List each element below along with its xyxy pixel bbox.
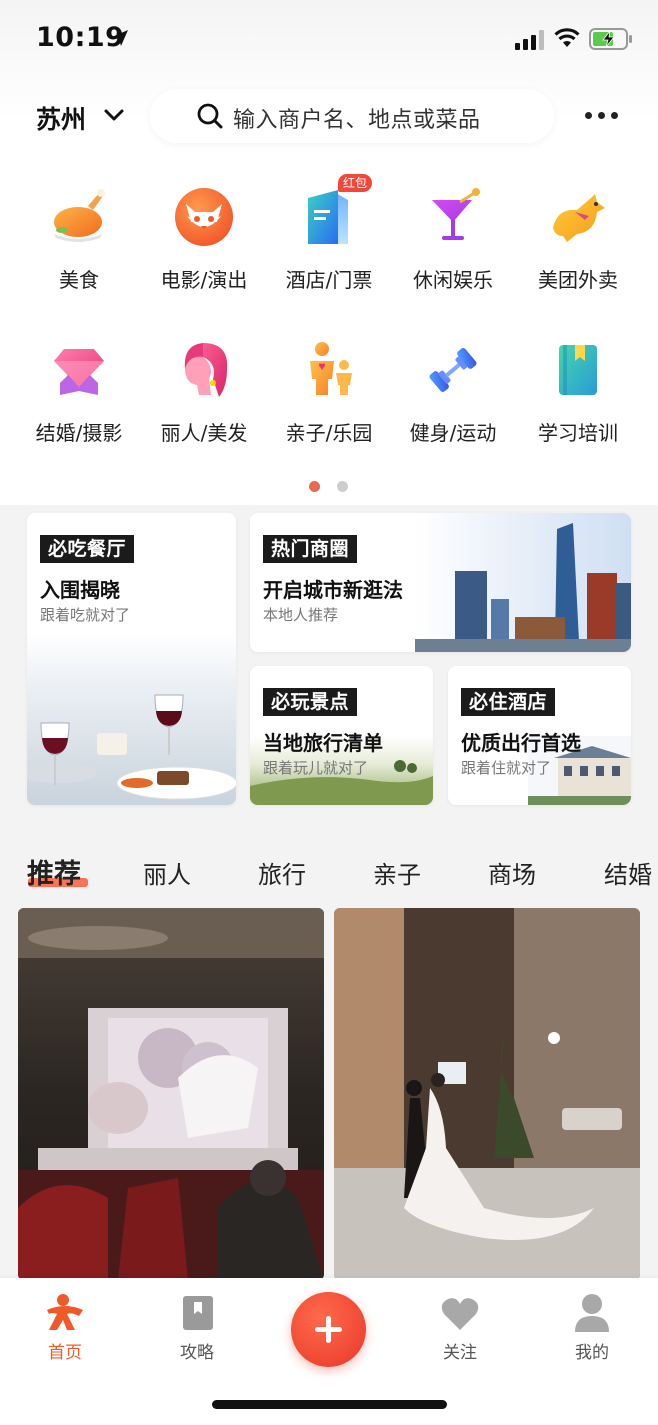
tab-travel[interactable]: 旅行	[258, 855, 306, 890]
heart-icon	[441, 1298, 479, 1330]
promo-card-hotel[interactable]: 必住酒店 优质出行首选 跟着住就对了	[448, 666, 631, 805]
category-food[interactable]: 美食	[17, 186, 141, 316]
user-profile-icon	[575, 1294, 609, 1332]
category-label: 学习培训	[538, 421, 618, 445]
building-icon	[308, 190, 348, 244]
category-leisure[interactable]: 休闲娱乐	[391, 186, 515, 316]
pager-dot	[337, 481, 348, 492]
battery-charging-icon	[589, 28, 632, 50]
chevron-down-icon[interactable]	[103, 107, 125, 123]
woman-hair-icon	[184, 343, 228, 397]
bookmark-book-icon	[183, 1296, 213, 1330]
cocktail-icon	[432, 188, 480, 240]
tab-beauty[interactable]: 丽人	[143, 855, 191, 890]
promo-subtitle: 本地人推荐	[263, 606, 339, 624]
promo-tag: 必玩景点	[263, 688, 358, 716]
promo-title: 开启城市新逛法	[263, 578, 403, 602]
promo-title: 优质出行首选	[461, 731, 581, 755]
category-label: 酒店/门票	[285, 268, 373, 292]
signal-icon	[515, 30, 544, 50]
promo-card-scenic[interactable]: 必玩景点 当地旅行清单 跟着玩儿就对了	[250, 666, 433, 805]
search-icon	[197, 103, 223, 129]
promo-subtitle: 跟着玩儿就对了	[263, 759, 369, 777]
home-indicator	[212, 1400, 447, 1409]
category-hotel[interactable]: 酒店/门票	[267, 186, 391, 316]
feed-card-wedding-stage[interactable]	[18, 908, 324, 1280]
nav-guide[interactable]: 攻略	[157, 1288, 237, 1368]
more-dot-icon	[611, 112, 618, 119]
tab-mall[interactable]: 商场	[488, 855, 536, 890]
category-education[interactable]: 学习培训	[516, 339, 640, 469]
nav-mine[interactable]: 我的	[552, 1288, 632, 1368]
promo-card-business-district[interactable]: 热门商圈 开启城市新逛法 本地人推荐	[250, 513, 631, 652]
tab-wedding[interactable]: 结婚	[604, 855, 652, 890]
tab-family[interactable]: 亲子	[373, 855, 421, 890]
parent-child-icon	[310, 342, 352, 395]
nav-label: 我的	[575, 1343, 609, 1363]
promo-tag: 必吃餐厅	[40, 535, 135, 563]
plus-icon	[315, 1316, 342, 1343]
city-skyline-photo	[415, 513, 631, 652]
category-label: 美团外卖	[538, 268, 618, 292]
red-packet-badge: 红包	[338, 174, 373, 192]
category-fitness[interactable]: 健身/运动	[391, 339, 515, 469]
more-dot-icon	[598, 112, 605, 119]
category-waimai[interactable]: 美团外卖	[516, 186, 640, 316]
feed-card-wedding-dress[interactable]	[334, 908, 640, 1280]
promo-card-restaurant[interactable]: 必吃餐厅 入围揭晓 跟着吃就对了	[27, 513, 236, 805]
promo-tag: 热门商圈	[263, 535, 358, 563]
cat-face-icon	[175, 188, 233, 246]
category-label: 电影/演出	[160, 268, 248, 292]
promo-subtitle: 跟着住就对了	[461, 759, 552, 777]
more-dot-icon	[585, 112, 592, 119]
roast-chicken-icon	[54, 189, 105, 242]
pager-dot-active	[309, 481, 320, 492]
search-input[interactable]: 输入商户名、地点或菜品	[150, 89, 554, 143]
wedding-stage-photo	[18, 908, 324, 1280]
kangaroo-icon	[553, 194, 605, 242]
wedding-dress-photo	[334, 908, 640, 1280]
category-label: 健身/运动	[409, 421, 497, 445]
category-label: 丽人/美发	[160, 421, 248, 445]
city-selector[interactable]: 苏州	[36, 100, 86, 136]
home-person-icon	[47, 1294, 83, 1330]
dumbbell-icon	[429, 348, 477, 392]
category-label: 亲子/乐园	[285, 421, 373, 445]
promo-title: 当地旅行清单	[263, 731, 383, 755]
nav-follow[interactable]: 关注	[420, 1288, 500, 1368]
promo-subtitle: 跟着吃就对了	[40, 606, 131, 624]
nav-label: 首页	[48, 1343, 82, 1363]
search-placeholder: 输入商户名、地点或菜品	[233, 108, 481, 133]
category-label: 结婚/摄影	[35, 421, 123, 445]
wifi-icon	[554, 28, 580, 47]
category-movie[interactable]: 电影/演出	[142, 186, 266, 316]
promo-title: 入围揭晓	[40, 578, 120, 602]
status-bar: 10:19	[0, 0, 658, 80]
category-beauty[interactable]: 丽人/美发	[142, 339, 266, 469]
restaurant-photo	[27, 633, 236, 805]
nav-home[interactable]: 首页	[25, 1288, 105, 1368]
add-post-button[interactable]	[291, 1292, 366, 1367]
category-wedding[interactable]: 结婚/摄影	[17, 339, 141, 469]
nav-label: 关注	[443, 1343, 477, 1363]
book-icon	[559, 345, 597, 395]
category-label: 休闲娱乐	[413, 268, 493, 292]
location-arrow-icon	[112, 30, 128, 46]
more-menu-button[interactable]	[582, 100, 622, 130]
nav-label: 攻略	[180, 1343, 214, 1363]
category-family[interactable]: 亲子/乐园	[267, 339, 391, 469]
tab-recommend[interactable]: 推荐	[27, 852, 81, 891]
diamond-icon	[54, 349, 104, 395]
category-label: 美食	[59, 268, 99, 292]
promo-tag: 必住酒店	[461, 688, 556, 716]
